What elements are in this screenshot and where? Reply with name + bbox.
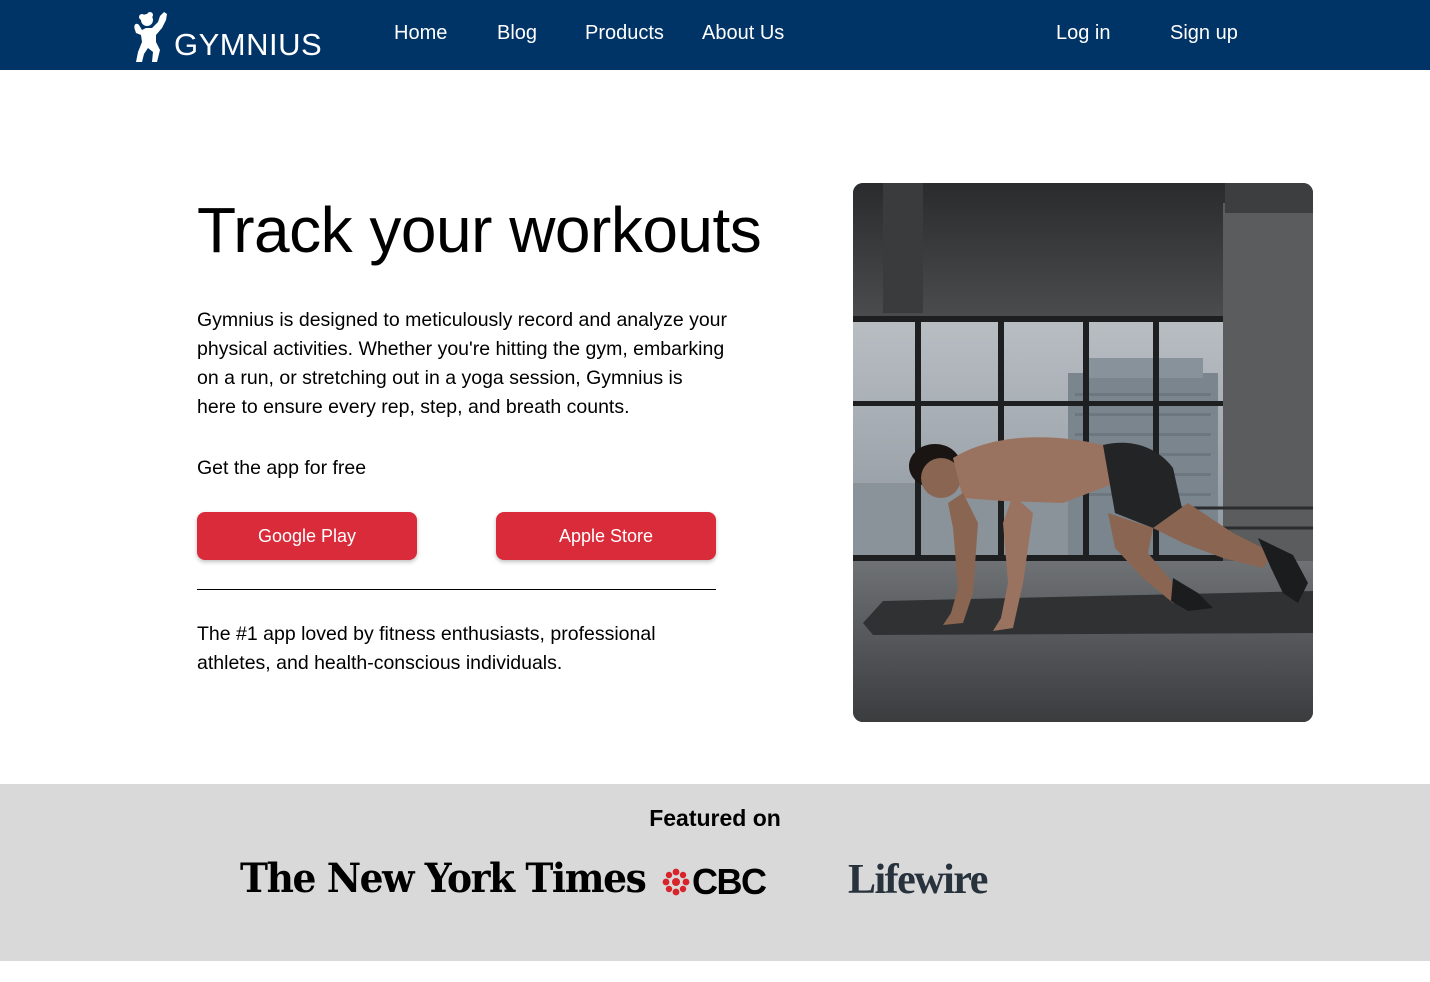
- nav-link-products[interactable]: Products: [585, 20, 664, 46]
- nyt-logo[interactable]: The New York Times: [240, 855, 647, 902]
- divider: [197, 589, 716, 590]
- login-link[interactable]: Log in: [1056, 20, 1111, 46]
- hero-description: Gymnius is designed to meticulously reco…: [197, 309, 728, 418]
- hero-tagline: The #1 app loved by fitness enthusiasts,…: [197, 623, 656, 674]
- top-navbar: GYMNIUS Home Blog Products About Us Log …: [0, 0, 1430, 70]
- hero-title: Track your workouts: [197, 194, 762, 266]
- get-app-text: Get the app for free: [197, 457, 367, 479]
- cbc-logo[interactable]: CBC: [662, 861, 767, 902]
- featured-section: Featured on The New York Times CBC Lifew…: [0, 784, 1430, 961]
- cbc-wordmark: CBC: [692, 861, 767, 902]
- cbc-gem-icon: [662, 868, 690, 896]
- google-play-button[interactable]: Google Play: [197, 512, 417, 560]
- gymnius-logo[interactable]: GYMNIUS: [130, 6, 322, 62]
- hero-workout-photo: [853, 183, 1313, 722]
- flexing-athlete-icon: [134, 12, 167, 62]
- nav-link-home[interactable]: Home: [394, 20, 447, 46]
- featured-title: Featured on: [649, 805, 781, 831]
- signup-link[interactable]: Sign up: [1170, 20, 1238, 46]
- lifewire-logo[interactable]: Lifewire: [848, 859, 988, 901]
- nav-link-about-us[interactable]: About Us: [702, 20, 784, 46]
- nav-link-blog[interactable]: Blog: [497, 20, 537, 46]
- apple-store-button[interactable]: Apple Store: [496, 512, 716, 560]
- brand-name: GYMNIUS: [174, 27, 323, 62]
- workout-photo-illustration: [853, 183, 1313, 722]
